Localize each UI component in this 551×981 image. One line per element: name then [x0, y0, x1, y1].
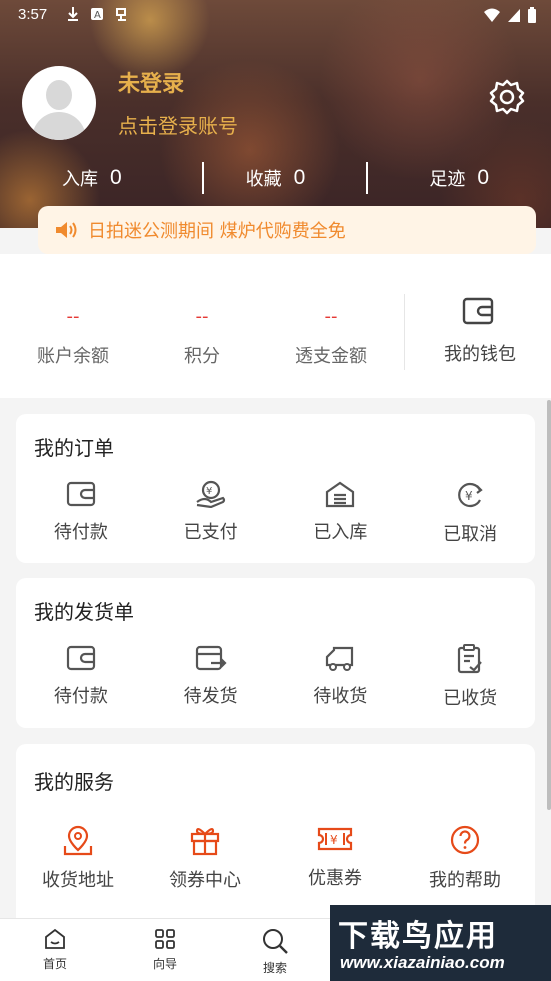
gift-icon	[190, 827, 220, 856]
wallet-icon	[462, 297, 494, 325]
tab-home[interactable]: 首页	[0, 919, 110, 981]
service-address[interactable]: 收货地址	[16, 824, 140, 904]
battery-icon	[528, 7, 536, 23]
send-icon	[195, 645, 227, 671]
shipment-pending-payment[interactable]: 待付款	[16, 644, 146, 724]
order-paid[interactable]: ¥ 已支付	[146, 480, 276, 560]
stat-divider	[202, 162, 204, 194]
service-coupon-center[interactable]: 领券中心	[140, 824, 270, 904]
order-pending-payment[interactable]: 待付款	[16, 480, 146, 560]
my-wallet-button[interactable]: 我的钱包	[420, 254, 540, 398]
order-warehoused[interactable]: 已入库	[276, 480, 406, 560]
status-time: 3:57	[18, 6, 48, 23]
notice-banner[interactable]: 日拍迷公测期间 煤炉代购费全免	[38, 206, 536, 254]
shipment-pending-delivery[interactable]: 待发货	[146, 644, 276, 724]
user-stats: 入库 0 收藏 0 足迹 0	[0, 160, 551, 196]
wallet-icon	[66, 645, 95, 671]
truck-icon	[326, 646, 354, 671]
stat-history[interactable]: 足迹 0	[367, 160, 551, 196]
status-bar: 3:57 A	[0, 0, 551, 30]
watermark-title: 下载鸟应用	[338, 919, 498, 954]
service-coupons[interactable]: ¥ 优惠券	[270, 824, 400, 904]
watermark-url: www.xiazainiao.com	[340, 953, 505, 972]
points[interactable]: -- 积分	[137, 254, 267, 398]
search-icon	[263, 929, 288, 954]
profile-header: 3:57 A 未登录 点击登录账号 入库 0 收藏 0 足迹 0	[0, 0, 551, 228]
home-icon	[45, 928, 65, 949]
stat-inventory[interactable]: 入库 0	[0, 160, 184, 196]
shipment-received[interactable]: 已收货	[405, 644, 535, 724]
tab-search[interactable]: 搜索	[220, 919, 330, 981]
shipment-pending-receipt[interactable]: 待收货	[276, 644, 406, 724]
notice-text: 日拍迷公测期间 煤炉代购费全免	[88, 221, 346, 242]
stat-favorites[interactable]: 收藏 0	[184, 160, 368, 196]
map-pin-icon	[63, 825, 93, 856]
orders-card: 我的订单 待付款 ¥ 已支付 已入库 ¥ 已取消	[16, 414, 535, 563]
wifi-icon	[484, 8, 500, 22]
login-link[interactable]: 点击登录账号	[118, 110, 238, 139]
svg-text:A: A	[94, 10, 101, 21]
warehouse-icon	[326, 481, 355, 508]
stat-divider	[366, 162, 368, 194]
avatar-body	[32, 112, 86, 140]
shipments-title: 我的发货单	[34, 600, 134, 624]
shipments-card: 我的发货单 待付款 待发货 待收货 已收货	[16, 578, 535, 728]
wallet-divider	[404, 294, 405, 370]
user-name[interactable]: 未登录	[118, 66, 184, 98]
order-cancelled[interactable]: ¥ 已取消	[405, 480, 535, 560]
service-help[interactable]: 我的帮助	[400, 824, 530, 904]
clipboard-check-icon	[458, 644, 482, 674]
a-icon: A	[91, 8, 103, 21]
svg-text:¥: ¥	[465, 489, 473, 503]
scrollbar[interactable]	[547, 400, 551, 810]
payment-icon: ¥	[195, 480, 225, 508]
ticket-icon: ¥	[317, 827, 353, 851]
grid-icon	[155, 929, 175, 949]
avatar[interactable]	[22, 66, 96, 140]
orders-title: 我的订单	[34, 436, 114, 460]
tab-guide[interactable]: 向导	[110, 919, 220, 981]
overdraft-amount[interactable]: -- 透支金额	[266, 254, 396, 398]
watermark-logo: 下载鸟应用 www.xiazainiao.com	[330, 905, 551, 981]
account-balance[interactable]: -- 账户余额	[8, 254, 138, 398]
svg-text:¥: ¥	[206, 486, 212, 497]
help-icon	[450, 825, 480, 855]
services-card: 我的服务 收货地址 领券中心 ¥ 优惠券 我的帮助	[16, 744, 535, 918]
services-title: 我的服务	[34, 770, 114, 794]
refund-icon: ¥	[458, 482, 483, 508]
wallet-icon	[66, 481, 95, 507]
wallet-summary: -- 账户余额 -- 积分 -- 透支金额 我的钱包	[0, 254, 551, 398]
avatar-head	[46, 80, 72, 110]
settings-icon[interactable]	[488, 78, 526, 116]
notification-icon	[116, 8, 126, 21]
signal-icon	[508, 9, 520, 22]
download-icon	[68, 7, 78, 21]
speaker-icon	[56, 222, 77, 238]
svg-text:¥: ¥	[330, 833, 338, 847]
